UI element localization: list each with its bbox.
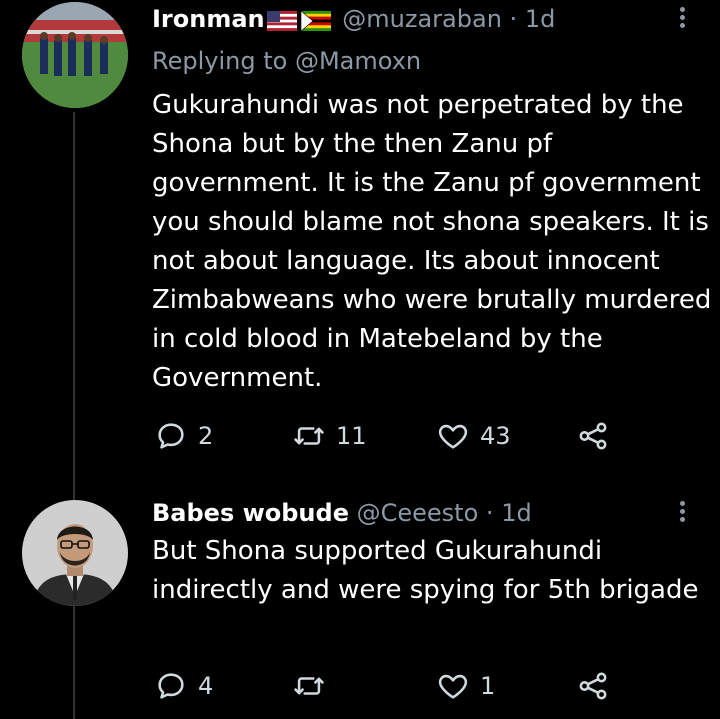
retweet-icon xyxy=(294,427,324,445)
retweet-count: 11 xyxy=(336,422,367,450)
replying-to-label: Replying to xyxy=(152,47,288,75)
share-icon xyxy=(579,672,607,700)
separator-dot: · xyxy=(485,499,494,527)
display-name[interactable]: Ironman xyxy=(152,5,265,33)
like-count: 1 xyxy=(480,672,496,700)
us-flag-icon xyxy=(266,11,297,31)
tweet-actions: 2 11 43 xyxy=(152,416,632,456)
more-dot-icon xyxy=(679,517,685,522)
more-dot-icon xyxy=(679,509,685,514)
retweet-icon xyxy=(294,677,324,695)
zimbabwe-flag-icon xyxy=(300,11,331,31)
user-handle[interactable]: @Ceeesto xyxy=(357,499,479,527)
more-options-button[interactable] xyxy=(670,4,694,34)
tweet-header: Ironman @muzaraban · 1d xyxy=(152,4,555,35)
tweet-text: But Shona supported Gukurahundi indirect… xyxy=(152,536,699,605)
reply-mention-link[interactable]: @Mamoxn xyxy=(295,47,421,75)
share-button[interactable] xyxy=(576,416,610,456)
timestamp[interactable]: 1d xyxy=(525,5,556,33)
reply-count: 2 xyxy=(198,422,214,450)
reply-count: 4 xyxy=(198,672,214,700)
more-dot-icon xyxy=(679,501,685,506)
avatar[interactable] xyxy=(22,2,128,108)
reply-button[interactable]: 4 xyxy=(154,666,213,706)
display-name[interactable]: Babes wobude xyxy=(152,499,349,527)
more-dot-icon xyxy=(679,7,685,12)
share-button[interactable] xyxy=(576,666,610,706)
thread-line xyxy=(73,112,75,719)
tweet-actions: 4 1 xyxy=(152,666,632,706)
heart-icon xyxy=(438,424,468,449)
retweet-button[interactable]: 11 xyxy=(292,416,367,456)
tweet-text: Gukurahundi was not perpetrated by the S… xyxy=(152,90,712,393)
user-handle[interactable]: @muzaraban xyxy=(342,5,502,33)
reply-icon xyxy=(158,423,184,449)
like-button[interactable]: 1 xyxy=(436,666,495,706)
more-dot-icon xyxy=(679,23,685,28)
more-options-button[interactable] xyxy=(670,498,694,528)
reply-button[interactable]: 2 xyxy=(154,416,213,456)
retweet-button[interactable] xyxy=(292,666,336,706)
profile-photo-icon xyxy=(22,500,128,606)
reply-icon xyxy=(158,673,184,699)
like-button[interactable]: 43 xyxy=(436,416,511,456)
heart-icon xyxy=(438,674,468,699)
tweet-header: Babes wobude @Ceeesto · 1d xyxy=(152,498,532,528)
flag-emojis xyxy=(266,5,335,35)
stadium-photo-icon xyxy=(22,2,128,108)
avatar[interactable] xyxy=(22,500,128,606)
separator-dot: · xyxy=(509,5,518,33)
more-dot-icon xyxy=(679,15,685,20)
like-count: 43 xyxy=(480,422,511,450)
replying-to: Replying to @Mamoxn xyxy=(152,46,421,76)
share-icon xyxy=(579,422,607,450)
timestamp[interactable]: 1d xyxy=(501,499,532,527)
